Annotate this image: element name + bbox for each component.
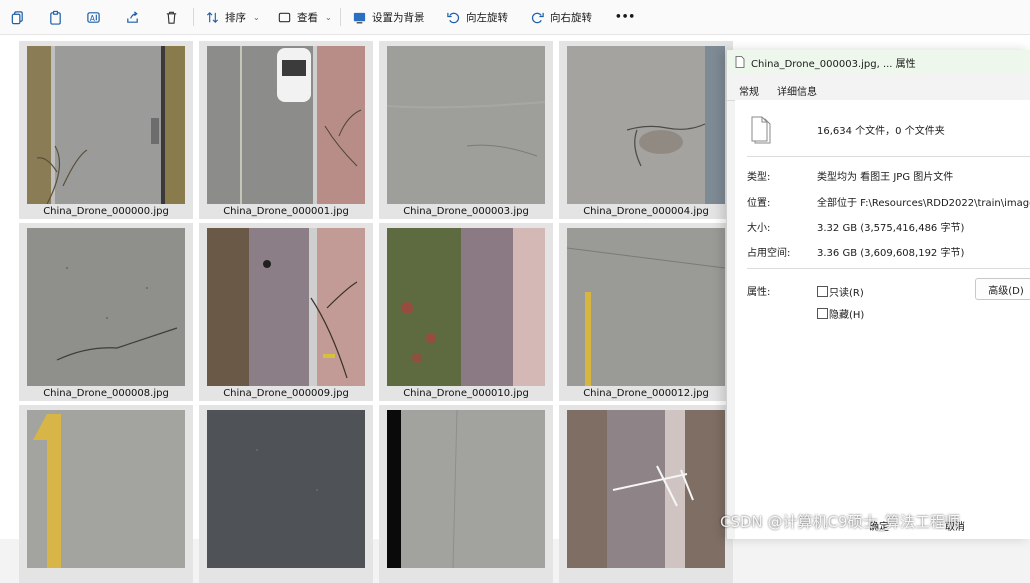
file-name: China_Drone_000010.jpg <box>403 388 529 399</box>
tab-general[interactable]: 常规 <box>739 83 759 98</box>
file-icon <box>735 56 745 68</box>
chevron-down-icon: ⌄ <box>253 12 260 22</box>
file-name: China_Drone_000003.jpg <box>403 206 529 217</box>
paste-button[interactable] <box>48 6 63 28</box>
sort-button[interactable]: 排序 ⌄ <box>205 6 260 28</box>
file-tile[interactable]: China_Drone_000010.jpg <box>379 223 553 401</box>
thumbnail-image <box>567 410 725 568</box>
set-background-icon <box>353 12 366 23</box>
type-label: 类型: <box>747 172 771 183</box>
tab-details[interactable]: 详细信息 <box>777 83 817 98</box>
rotate-right-label: 向右旋转 <box>550 11 592 24</box>
dialog-tabs: 常规 详细信息 <box>727 80 1030 101</box>
file-tile[interactable]: China_Drone_000000.jpg <box>19 41 193 219</box>
file-tile[interactable]: China_Drone_000001.jpg <box>199 41 373 219</box>
general-panel: 16,634 个文件，0 个文件夹 类型: 类型均为 看图王 JPG 图片文件 … <box>735 100 1030 539</box>
file-name: China_Drone_000004.jpg <box>583 206 709 217</box>
type-value: 类型均为 看图王 JPG 图片文件 <box>817 172 954 183</box>
set-background-button[interactable]: 设置为背景 <box>352 6 425 28</box>
sort-icon <box>206 11 219 23</box>
thumbnail-image <box>27 46 185 204</box>
file-tile[interactable]: China_Drone_000003.jpg <box>379 41 553 219</box>
disk-size-value: 3.36 GB (3,609,608,192 字节) <box>817 248 965 259</box>
readonly-label[interactable]: 只读(R) <box>829 284 864 299</box>
thumbnail-image <box>387 46 545 204</box>
file-tile[interactable] <box>19 405 193 583</box>
dialog-title-bar[interactable]: China_Drone_000003.jpg, ... 属性 <box>727 50 1030 74</box>
file-tile[interactable]: China_Drone_000004.jpg <box>559 41 733 219</box>
divider <box>747 268 1030 269</box>
size-value: 3.32 GB (3,575,416,486 字节) <box>817 223 965 234</box>
svg-text:A: A <box>90 13 96 22</box>
rotate-left-button[interactable]: 向左旋转 <box>446 6 508 28</box>
file-tile[interactable]: China_Drone_000008.jpg <box>19 223 193 401</box>
command-bar: A 排序 ⌄ 查看 ⌄ 设置为背景 向左旋转 向右旋转 ••• <box>0 0 1030 35</box>
size-label: 大小: <box>747 223 771 234</box>
thumbnail-image <box>207 410 365 568</box>
rotate-left-label: 向左旋转 <box>466 11 508 24</box>
rename-button[interactable]: A <box>86 6 101 28</box>
view-icon <box>278 12 291 22</box>
thumbnail-image <box>387 410 545 568</box>
multiple-files-icon <box>751 116 771 144</box>
file-tile[interactable] <box>199 405 373 583</box>
attributes-label: 属性: <box>747 287 771 298</box>
dialog-title: China_Drone_000003.jpg, ... 属性 <box>751 58 916 70</box>
file-tile[interactable]: China_Drone_000009.jpg <box>199 223 373 401</box>
file-tile[interactable]: China_Drone_000012.jpg <box>559 223 733 401</box>
file-tile[interactable] <box>559 405 733 583</box>
rotate-right-button[interactable]: 向右旋转 <box>530 6 592 28</box>
properties-dialog: China_Drone_000003.jpg, ... 属性 常规 详细信息 1… <box>726 50 1030 539</box>
rotate-left-icon <box>447 12 460 23</box>
thumbnail-image <box>207 228 365 386</box>
file-name: China_Drone_000000.jpg <box>43 206 169 217</box>
chevron-down-icon: ⌄ <box>325 12 332 22</box>
divider <box>747 156 1030 157</box>
view-label: 查看 <box>297 11 318 24</box>
thumbnail-image <box>387 228 545 386</box>
readonly-checkbox[interactable] <box>817 286 828 297</box>
toolbar-separator <box>193 8 194 26</box>
thumbnail-image <box>27 410 185 568</box>
advanced-button[interactable]: 高级(D) <box>975 278 1030 300</box>
selection-summary: 16,634 个文件，0 个文件夹 <box>817 126 945 137</box>
disk-size-label: 占用空间: <box>747 248 791 259</box>
file-name: China_Drone_000008.jpg <box>43 388 169 399</box>
view-button[interactable]: 查看 ⌄ <box>277 6 332 28</box>
file-name: China_Drone_000009.jpg <box>223 388 349 399</box>
watermark: CSDN @计算机C9硕士_算法工程师 <box>720 513 961 531</box>
share-icon <box>127 10 138 23</box>
location-value: 全部位于 F:\Resources\RDD2022\train\images <box>817 198 1030 209</box>
copy-button[interactable] <box>10 6 25 28</box>
sort-label: 排序 <box>225 11 246 24</box>
share-button[interactable] <box>125 6 140 28</box>
rotate-right-icon <box>531 12 544 23</box>
set-background-label: 设置为背景 <box>372 11 425 24</box>
toolbar-separator <box>340 8 341 26</box>
location-label: 位置: <box>747 198 771 209</box>
delete-button[interactable] <box>164 6 179 28</box>
file-name: China_Drone_000001.jpg <box>223 206 349 217</box>
hidden-label[interactable]: 隐藏(H) <box>829 306 864 321</box>
copy-icon <box>11 10 23 24</box>
thumbnail-image <box>207 46 365 204</box>
paste-icon <box>50 10 61 25</box>
file-name: China_Drone_000012.jpg <box>583 388 709 399</box>
thumbnail-image <box>27 228 185 386</box>
rename-icon: A <box>87 11 100 23</box>
hidden-checkbox[interactable] <box>817 308 828 319</box>
thumbnail-image <box>567 46 725 204</box>
delete-icon <box>166 11 177 24</box>
thumbnail-image <box>567 228 725 386</box>
file-tile[interactable] <box>379 405 553 583</box>
more-options-button[interactable]: ••• <box>615 6 635 28</box>
more-icon: ••• <box>615 11 636 23</box>
